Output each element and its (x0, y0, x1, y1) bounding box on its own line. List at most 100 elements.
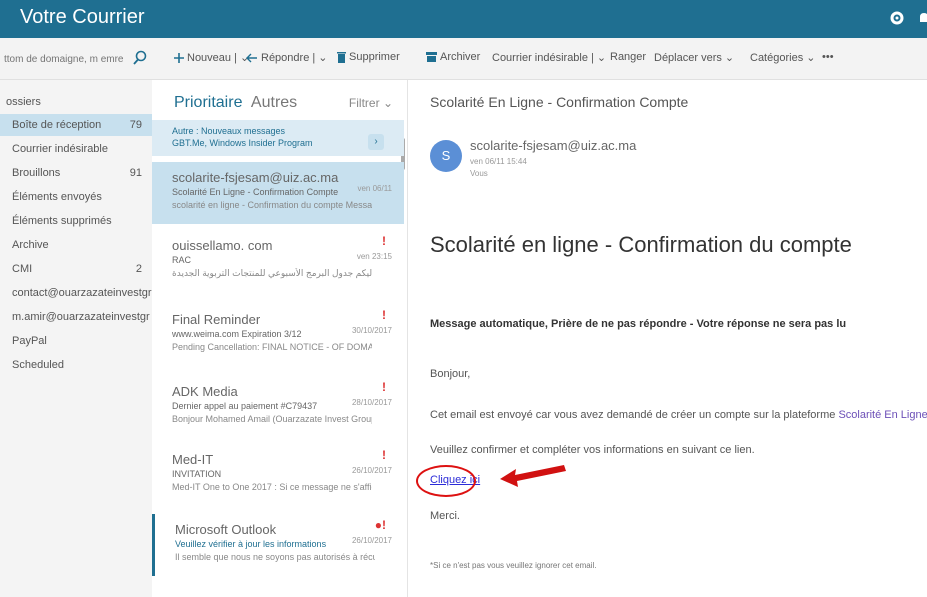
message-preview: Med-IT One to One 2017 : Si ce message n… (172, 482, 372, 492)
filter-label: Filtrer (348, 96, 380, 110)
title-bar: Votre Courrier (0, 0, 927, 38)
auto-message-notice: Message automatique, Prière de ne pas ré… (430, 318, 847, 330)
list-item[interactable]: Microsoft Outlook Veuillez vérifier à jo… (152, 514, 404, 576)
body-line-1: Cet email est envoyé car vous avez deman… (430, 409, 927, 421)
folder-label: Éléments envoyés (12, 191, 102, 203)
folder-label: m.amir@ouarzazateinvestgr (12, 311, 150, 323)
move-label: Déplacer vers (654, 51, 722, 64)
search-icon[interactable] (132, 50, 148, 66)
footer-note: *Si ce n'est pas vous veuillez ignorer c… (430, 561, 597, 570)
junk-button[interactable]: Courrier indésirable | ⌄ (492, 51, 606, 65)
toolbar: Nouveau| ⌄ Répondre| ⌄ Supprimer Archive… (0, 38, 927, 80)
message-date: ven 06/11 (357, 184, 392, 193)
folder-deleted[interactable]: Éléments supprimés (0, 210, 152, 232)
delete-button[interactable]: Supprimer (337, 51, 400, 63)
plus-icon (174, 52, 184, 63)
list-item[interactable]: ouissellamo. com RAC إليكم جدول البرمج ا… (152, 230, 404, 292)
list-item[interactable]: Autre : Nouveaux messages GBT.Me, Window… (152, 120, 404, 156)
reading-pane: Scolarité En Ligne - Confirmation Compte… (408, 80, 927, 597)
annotation-arrow (500, 465, 566, 487)
folder-label: PayPal (12, 335, 47, 347)
message-from: ADK Media (172, 384, 238, 399)
message-from: ouissellamo. com (172, 238, 273, 253)
sweep-label: Ranger (610, 51, 647, 63)
filter-button[interactable]: Filtrer ⌄ (349, 96, 393, 110)
avatar: S (430, 140, 462, 172)
app-title: Votre Courrier (20, 6, 145, 28)
reply-button[interactable]: Répondre | ⌄ (246, 51, 327, 64)
sender-address[interactable]: scolarite-fsjesam@uiz.ac.ma (470, 138, 636, 153)
folder-inbox[interactable]: Boîte de réception 79 (0, 114, 152, 136)
folder-paypal[interactable]: PayPal (0, 330, 152, 352)
folder-pane: ossiers Boîte de réception 79 Courrier i… (0, 80, 152, 597)
search-input[interactable] (4, 53, 128, 65)
message-date: 30/10/2017 (351, 326, 392, 335)
folder-cmi[interactable]: CMI 2 (0, 258, 152, 280)
delete-label: Supprimer (349, 51, 400, 63)
message-date: 28/10/2017 (351, 398, 392, 407)
flag-icon[interactable]: ●! (375, 518, 386, 532)
sweep-button[interactable]: Ranger (610, 51, 646, 63)
list-item[interactable]: scolarite-fsjesam@uiz.ac.ma Scolarité En… (152, 162, 404, 224)
thanks-line: Merci. (430, 510, 460, 522)
folder-archive[interactable]: Archive (0, 234, 152, 256)
folder-label: CMI (12, 263, 33, 275)
flag-icon[interactable]: ! (382, 448, 386, 462)
message-preview: إليكم جدول البرمج الأسبوعي للمنتجات التر… (172, 268, 372, 278)
folder-mamir[interactable]: m.amir@ouarzazateinvestgr (0, 306, 152, 328)
greeting: Bonjour, (430, 368, 471, 380)
folder-sent[interactable]: Éléments envoyés (0, 186, 152, 208)
message-preview: Bonjour Mohamed Amail (Ouarzazate Invest… (172, 414, 372, 424)
folder-junk[interactable]: Courrier indésirable (0, 138, 152, 160)
message-from: scolarite-fsjesam@uiz.ac.ma (172, 170, 339, 185)
reply-label: Répondre (261, 51, 310, 64)
message-date: ven 23:15 (356, 252, 392, 261)
message-list: Prioritaire Autres Filtrer ⌄ Autre : Nou… (152, 80, 408, 597)
trash-icon (337, 51, 346, 63)
archive-icon (426, 52, 437, 62)
message-date: 26/10/2017 (351, 466, 392, 475)
folder-label: Courrier indésirable (12, 143, 108, 155)
message-preview: Il semble que nous ne soyons pas autoris… (175, 552, 375, 562)
body-text: Cet email est envoyé car vous avez deman… (430, 409, 836, 421)
flag-icon[interactable]: ! (382, 234, 386, 248)
folder-count: 79 (129, 119, 142, 131)
bell-icon[interactable] (916, 10, 927, 26)
list-item[interactable]: Final Reminder www.weima.com Expiration … (152, 304, 404, 366)
message-from: Med-IT (172, 452, 214, 467)
categories-label: Catégories (750, 51, 804, 64)
flag-icon[interactable]: ! (382, 380, 386, 394)
folder-count: 91 (129, 167, 142, 179)
body-line-2: Veuillez confirmer et compléter vos info… (430, 444, 755, 456)
platform-link[interactable]: Scolarité En Ligne (838, 409, 927, 421)
categories-button[interactable]: Catégories ⌄ (750, 51, 815, 65)
flag-icon[interactable]: ! (382, 308, 386, 322)
inbox-tabs: Prioritaire Autres (174, 94, 297, 112)
folder-drafts[interactable]: Brouillons 91 (0, 162, 152, 184)
annotation-circle (416, 465, 476, 497)
tab-other[interactable]: Autres (251, 94, 297, 111)
gear-icon[interactable] (889, 10, 905, 26)
message-date: 26/10/2017 (351, 536, 392, 545)
search-box[interactable] (4, 48, 152, 70)
archive-label: Archiver (440, 51, 481, 63)
more-label: ••• (822, 51, 834, 63)
archive-button[interactable]: Archiver (426, 51, 480, 63)
junk-label: Courrier indésirable (492, 51, 588, 64)
folder-label: contact@ouarzazateinvestgr (12, 287, 152, 299)
new-button[interactable]: Nouveau | ⌄ (174, 51, 249, 64)
tab-focused[interactable]: Prioritaire (174, 94, 242, 111)
folder-scheduled[interactable]: Scheduled (0, 354, 152, 376)
expand-icon[interactable]: › (368, 134, 384, 150)
list-item[interactable]: Med-IT INVITATION Med-IT One to One 2017… (152, 444, 404, 506)
new-label: Nouveau (187, 51, 232, 64)
more-button[interactable]: ••• (822, 51, 834, 63)
folders-header: ossiers (6, 96, 41, 108)
reply-icon (246, 53, 257, 62)
list-item[interactable]: ADK Media Dernier appel au paiement #C79… (152, 376, 404, 438)
email-heading: Scolarité en ligne - Confirmation du com… (430, 232, 852, 257)
folder-contact[interactable]: contact@ouarzazateinvestgr (0, 282, 152, 304)
folder-label: Archive (12, 239, 49, 251)
move-button[interactable]: Déplacer vers ⌄ (654, 51, 734, 65)
message-date: ven 06/11 15:44 (470, 157, 527, 166)
